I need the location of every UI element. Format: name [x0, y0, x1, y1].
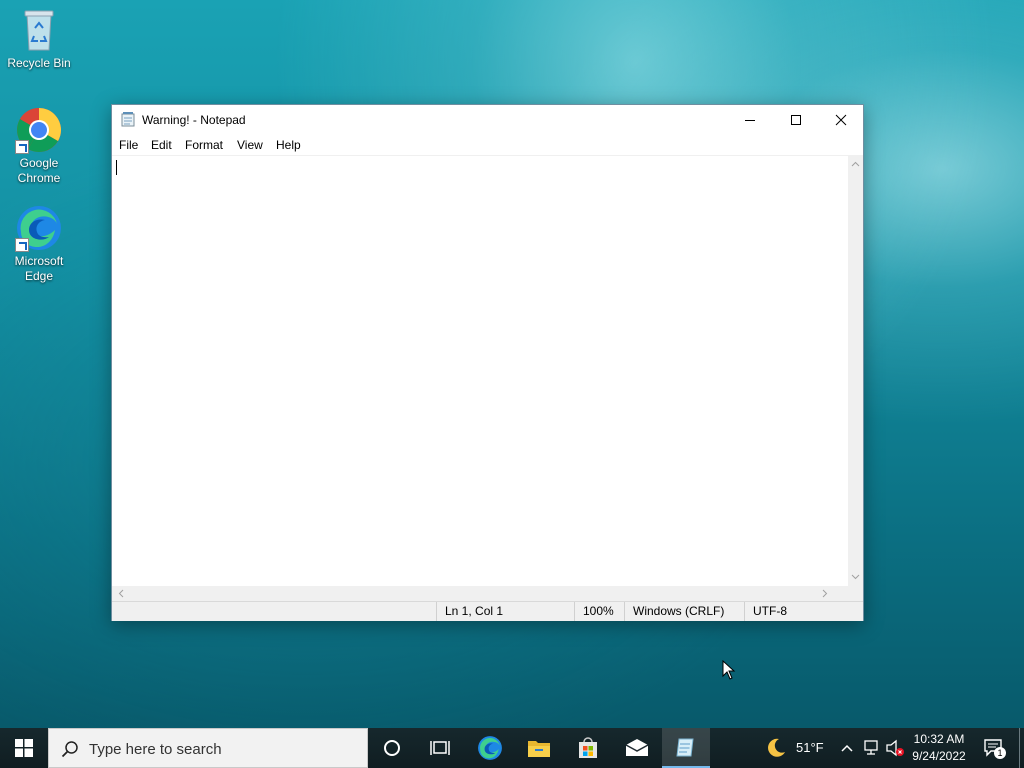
- taskbar-clock[interactable]: 10:32 AM 9/24/2022: [905, 731, 973, 765]
- status-bar: Ln 1, Col 1 100% Windows (CRLF) UTF-8: [112, 601, 863, 621]
- menu-view[interactable]: View: [237, 138, 263, 152]
- start-button[interactable]: [0, 728, 48, 768]
- notepad-icon: [676, 738, 694, 757]
- minimize-button[interactable]: [727, 105, 773, 135]
- horizontal-scrollbar[interactable]: [112, 586, 848, 601]
- minimize-icon: [745, 120, 755, 121]
- notepad-icon: [121, 112, 135, 127]
- taskbar-edge-button[interactable]: [466, 728, 514, 768]
- taskbar-store-button[interactable]: [564, 728, 612, 768]
- desktop-icon-label-line2: Edge: [24, 269, 54, 283]
- weather-moon-icon[interactable]: [765, 737, 787, 759]
- maximize-button[interactable]: [773, 105, 819, 135]
- menu-format[interactable]: Format: [185, 138, 223, 152]
- task-view-button[interactable]: [416, 728, 464, 768]
- desktop-icon-google-chrome[interactable]: Google Chrome: [2, 106, 76, 186]
- desktop-icon-microsoft-edge[interactable]: Microsoft Edge: [2, 204, 76, 284]
- taskbar-search-box[interactable]: Type here to search: [48, 728, 368, 768]
- edge-icon: [15, 204, 63, 252]
- status-position: Ln 1, Col 1: [436, 602, 574, 621]
- maximize-icon: [791, 115, 801, 125]
- search-icon: [61, 741, 78, 758]
- volume-muted-icon[interactable]: [885, 739, 905, 757]
- mouse-cursor-icon: [722, 660, 736, 680]
- windows-logo-icon: [15, 739, 33, 757]
- show-desktop-button[interactable]: [1019, 728, 1024, 768]
- mail-icon: [625, 739, 649, 756]
- taskbar-file-explorer-button[interactable]: [515, 728, 563, 768]
- action-center-button[interactable]: 1: [980, 728, 1016, 768]
- network-icon[interactable]: [862, 740, 880, 756]
- edge-icon: [478, 736, 502, 760]
- chevron-up-icon[interactable]: [840, 743, 854, 753]
- window-title: Warning! - Notepad: [142, 113, 246, 127]
- menu-edit[interactable]: Edit: [151, 138, 172, 152]
- text-editor[interactable]: [112, 155, 848, 587]
- status-encoding: UTF-8: [744, 602, 848, 621]
- notification-count-badge: 1: [994, 747, 1006, 759]
- title-bar[interactable]: Warning! - Notepad: [112, 105, 863, 135]
- taskbar-notepad-button[interactable]: [662, 728, 710, 768]
- desktop-icon-label-line1: Microsoft: [14, 254, 64, 268]
- clock-date: 9/24/2022: [912, 749, 966, 763]
- status-zoom: 100%: [574, 602, 624, 621]
- recycle-bin-icon: [15, 6, 63, 54]
- menu-bar: File Edit Format View Help: [112, 135, 863, 155]
- taskbar: Type here to search 51°F 10:32 AM 9/24/2…: [0, 728, 1024, 768]
- task-view-icon: [430, 741, 450, 755]
- clock-time: 10:32 AM: [913, 732, 965, 746]
- folder-icon: [528, 741, 550, 757]
- search-placeholder: Type here to search: [89, 741, 222, 758]
- status-line-ending: Windows (CRLF): [624, 602, 744, 621]
- chrome-icon: [15, 106, 63, 154]
- menu-help[interactable]: Help: [276, 138, 301, 152]
- menu-file[interactable]: File: [119, 138, 138, 152]
- store-bag-icon: [579, 737, 597, 758]
- desktop-icon-recycle-bin[interactable]: Recycle Bin: [2, 6, 76, 71]
- cortana-circle-icon: [384, 740, 400, 756]
- scroll-down-icon[interactable]: [848, 569, 863, 584]
- desktop-icon-label: Recycle Bin: [7, 56, 71, 70]
- scroll-right-icon[interactable]: [817, 586, 832, 601]
- close-button[interactable]: [818, 105, 864, 135]
- taskbar-mail-button[interactable]: [613, 728, 661, 768]
- weather-temperature[interactable]: 51°F: [796, 740, 824, 755]
- notepad-window[interactable]: Warning! - Notepad File Edit Format View…: [111, 104, 864, 621]
- scroll-left-icon[interactable]: [114, 586, 129, 601]
- scrollbar-corner: [848, 586, 863, 601]
- text-caret: [116, 160, 117, 175]
- close-icon: [835, 114, 847, 126]
- desktop-icon-label-line1: Google: [19, 156, 59, 170]
- cortana-button[interactable]: [368, 728, 416, 768]
- scroll-up-icon[interactable]: [848, 157, 863, 172]
- vertical-scrollbar[interactable]: [848, 155, 863, 586]
- desktop-icon-label-line2: Chrome: [17, 171, 61, 185]
